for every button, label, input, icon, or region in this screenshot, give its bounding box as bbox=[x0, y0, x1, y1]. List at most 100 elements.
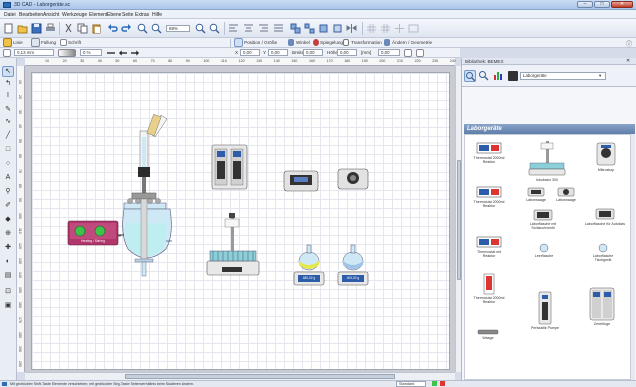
library-item[interactable]: Laborflasche Tischgerät bbox=[585, 243, 621, 262]
transform-label[interactable]: Transformation bbox=[351, 40, 382, 45]
minimize-button[interactable]: – bbox=[577, 1, 593, 8]
text-tool-icon[interactable]: I bbox=[2, 90, 14, 101]
library-item[interactable]: Thermostat 2000ml Reaktor bbox=[473, 273, 505, 304]
save-icon[interactable] bbox=[31, 23, 42, 34]
arrow-start-icon[interactable] bbox=[118, 49, 128, 57]
width-input[interactable]: 0,00 bbox=[303, 49, 323, 56]
layer-visible-icon[interactable] bbox=[432, 381, 437, 386]
line-style-label[interactable]: Linie bbox=[13, 40, 23, 45]
send-back-icon[interactable] bbox=[332, 23, 343, 34]
library-item[interactable]: Laborwaage bbox=[553, 187, 579, 202]
geometry-label[interactable]: Ändern / Geometrie bbox=[392, 40, 432, 45]
reactor-assembly[interactable] bbox=[115, 113, 172, 277]
node-tool-icon[interactable]: ↰ bbox=[2, 78, 14, 89]
distribute-icon[interactable] bbox=[273, 23, 284, 34]
line-style-icon[interactable] bbox=[106, 49, 116, 57]
zoom-tool-icon[interactable]: ⚲ bbox=[2, 186, 14, 197]
undo-icon[interactable] bbox=[107, 23, 118, 34]
layer-tool-icon[interactable]: ⊡ bbox=[2, 286, 14, 297]
gradient-icon[interactable] bbox=[58, 49, 76, 57]
snap-icon[interactable] bbox=[380, 23, 391, 34]
position-size-icon[interactable] bbox=[234, 38, 243, 47]
lab-stand-with-tubes[interactable] bbox=[206, 213, 260, 276]
mirror-icon[interactable] bbox=[313, 39, 319, 46]
menu-element[interactable]: Element bbox=[89, 12, 107, 18]
opacity-input[interactable]: 0 % bbox=[80, 49, 102, 56]
grid-icon[interactable] bbox=[366, 23, 377, 34]
flip-icon[interactable] bbox=[346, 23, 357, 34]
library-category-select[interactable]: Laborgeräte bbox=[520, 72, 606, 80]
library-item[interactable]: Laborflasche mit Schlauchventil bbox=[523, 209, 563, 230]
align-center-icon[interactable] bbox=[243, 23, 254, 34]
menu-werkzeuge[interactable]: Werkzeuge bbox=[62, 12, 87, 18]
table-tool-icon[interactable]: A bbox=[2, 172, 14, 183]
line-end-icon[interactable] bbox=[3, 49, 11, 57]
select-tool-icon[interactable]: ↖ bbox=[2, 66, 14, 77]
open-folder-icon[interactable] bbox=[17, 23, 28, 34]
shaker-device[interactable] bbox=[283, 168, 369, 192]
menu-bearbeiten[interactable]: Bearbeiten bbox=[19, 12, 43, 18]
eyedropper-tool-icon[interactable]: ✐ bbox=[2, 200, 14, 211]
library-item[interactable]: Mikroskop bbox=[589, 141, 623, 172]
paste-icon[interactable] bbox=[91, 23, 102, 34]
font-color-icon[interactable] bbox=[60, 39, 67, 46]
pen-tool-icon[interactable]: ✎ bbox=[2, 104, 14, 115]
page-layer-select[interactable]: Standard bbox=[396, 381, 426, 387]
fill-tool-icon[interactable]: ◆ bbox=[2, 214, 14, 225]
font-label[interactable]: Schrift bbox=[68, 40, 81, 45]
position-size-label[interactable]: Position / Größe bbox=[244, 40, 277, 45]
menu-ebene[interactable]: Ebene bbox=[107, 12, 121, 18]
incubator-device[interactable] bbox=[211, 144, 248, 190]
library-item[interactable]: Inkubator 300 bbox=[525, 137, 569, 182]
apply-icon[interactable] bbox=[416, 49, 424, 57]
connector-tool-icon[interactable]: ⊕ bbox=[2, 228, 14, 239]
arrow-end-icon[interactable] bbox=[130, 49, 140, 57]
library-item[interactable]: Leerflasche bbox=[529, 243, 559, 258]
library-item[interactable]: Zentrifuge bbox=[581, 287, 623, 326]
library-item[interactable]: Thermostat 2000ml Reaktor bbox=[473, 141, 505, 164]
symbol-tool-icon[interactable]: ▤ bbox=[2, 270, 14, 281]
fill-color-icon[interactable] bbox=[31, 38, 40, 47]
help-icon[interactable]: ⓘ bbox=[626, 39, 632, 48]
close-button[interactable]: ✕ bbox=[611, 1, 633, 8]
angle-input[interactable]: 0,00 bbox=[378, 49, 400, 56]
menu-datei[interactable]: Datei bbox=[4, 12, 16, 18]
align-right-icon[interactable] bbox=[258, 23, 269, 34]
y-input[interactable]: 0,00 bbox=[268, 49, 288, 56]
transform-icon[interactable] bbox=[343, 39, 349, 46]
line-color-icon[interactable] bbox=[3, 38, 12, 47]
fill-label[interactable]: Füllung bbox=[41, 40, 56, 45]
bring-front-icon[interactable] bbox=[318, 23, 329, 34]
ellipse-tool-icon[interactable]: ○ bbox=[2, 158, 14, 169]
rotate-label[interactable]: Winkel bbox=[296, 40, 310, 45]
library-device-icon[interactable] bbox=[508, 71, 518, 81]
align-left-icon[interactable] bbox=[228, 23, 239, 34]
geometry-icon[interactable] bbox=[384, 39, 390, 46]
zoom-width-icon[interactable] bbox=[209, 23, 220, 34]
height-input[interactable]: 0,00 bbox=[337, 49, 357, 56]
layer-lock-icon[interactable] bbox=[440, 381, 445, 386]
menu-hilfe[interactable]: Hilfe bbox=[152, 12, 162, 18]
drawing-page[interactable]: Heating / Stirring 480,02 g 400,02 g bbox=[31, 72, 450, 370]
x-input[interactable]: 0,00 bbox=[240, 49, 260, 56]
library-dropdown-chevron-icon[interactable]: ▾ bbox=[599, 73, 601, 79]
horizontal-scrollbar[interactable] bbox=[25, 372, 455, 380]
mirror-label[interactable]: Spiegelung bbox=[320, 40, 343, 45]
rotate-icon[interactable] bbox=[288, 39, 294, 46]
zoom-select[interactable]: 88% bbox=[166, 25, 190, 32]
library-zoom-icon[interactable] bbox=[478, 70, 490, 82]
library-item[interactable]: Laborflasche für Autoklav bbox=[583, 207, 627, 226]
maximize-button[interactable]: □ bbox=[594, 1, 610, 8]
zoom-out-icon[interactable] bbox=[151, 23, 162, 34]
library-search-icon[interactable] bbox=[464, 70, 476, 82]
line-tool-icon[interactable]: ╱ bbox=[2, 130, 14, 141]
library-item[interactable]: Peristaltik Pumpe bbox=[527, 291, 563, 330]
library-item[interactable]: Waage bbox=[473, 329, 503, 340]
zoom-page-icon[interactable] bbox=[195, 23, 206, 34]
menu-extras[interactable]: Extras bbox=[135, 12, 149, 18]
curve-tool-icon[interactable]: ∿ bbox=[2, 116, 14, 127]
measure-tool-icon[interactable]: ✚ bbox=[2, 242, 14, 253]
menu-ansicht[interactable]: Ansicht bbox=[43, 12, 59, 18]
zoom-in-icon[interactable] bbox=[137, 23, 148, 34]
new-file-icon[interactable] bbox=[3, 23, 14, 34]
